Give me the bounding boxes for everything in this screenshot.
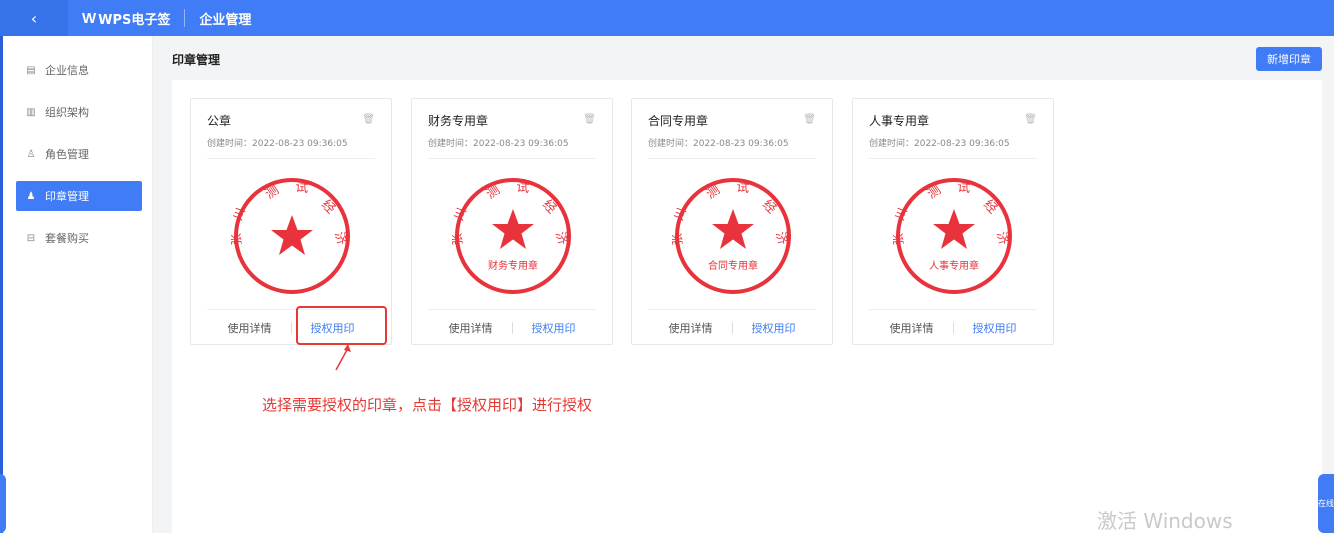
sidebar-item-label: 角色管理	[45, 148, 89, 161]
seal-bottom-text: 人事专用章	[929, 259, 979, 272]
seal-image: 测 试 经 济 川 张 合同专用章	[672, 178, 791, 294]
seal-card-title: 公章	[207, 114, 232, 128]
action-divider	[290, 322, 292, 334]
seal-created-time: 创建时间：2022-08-23 09:36:05	[869, 139, 1010, 149]
seal-card: 人事专用章 🗑 创建时间：2022-08-23 09:36:05 测 试 经 济…	[852, 98, 1054, 345]
action-divider	[511, 322, 513, 334]
svg-text:试: 试	[957, 180, 971, 196]
left-float-tab[interactable]	[0, 474, 6, 533]
header-divider	[184, 9, 186, 27]
cart-icon: ⊟	[26, 232, 36, 244]
seal-icon: ♟	[26, 190, 36, 202]
building-icon: ▤	[26, 64, 36, 76]
sidebar-item-label: 企业信息	[45, 64, 89, 77]
top-bar: ‹ W WPS电子签 企业管理	[0, 0, 1334, 36]
card-actions: 使用详情 授权用印	[412, 319, 612, 337]
app-logo: W WPS电子签	[82, 9, 170, 28]
action-divider	[731, 322, 733, 334]
seal-created-time: 创建时间：2022-08-23 09:36:05	[207, 139, 348, 149]
authorize-seal-link[interactable]: 授权用印	[519, 320, 589, 336]
usage-detail-link[interactable]: 使用详情	[215, 320, 285, 336]
sidebar: ▤ 企业信息 ▥ 组织架构 ♙ 角色管理 ♟ 印章管理 ⊟ 套餐购买	[3, 36, 153, 533]
logo-text: WPS电子签	[98, 12, 171, 28]
seal-image: 测 试 经 济 川 张	[231, 178, 350, 294]
page-title: 印章管理	[172, 53, 221, 67]
annotation-arrow-icon	[335, 344, 351, 371]
seal-card-title: 财务专用章	[428, 114, 489, 128]
user-icon: ♙	[26, 148, 36, 160]
sidebar-item-label: 组织架构	[45, 106, 89, 119]
sidebar-item-roles[interactable]: ♙ 角色管理	[16, 139, 142, 169]
seal-image: 测 试 经 济 川 张 财务专用章	[452, 178, 571, 294]
seal-created-time: 创建时间：2022-08-23 09:36:05	[648, 139, 789, 149]
seal-created-time: 创建时间：2022-08-23 09:36:05	[428, 139, 569, 149]
seal-card: 财务专用章 🗑 创建时间：2022-08-23 09:36:05 测 试 经 济…	[411, 98, 613, 345]
card-divider	[428, 309, 596, 310]
card-divider	[648, 309, 816, 310]
authorize-seal-link[interactable]: 授权用印	[739, 320, 809, 336]
usage-detail-link[interactable]: 使用详情	[877, 320, 947, 336]
svg-text:试: 试	[516, 180, 530, 196]
trash-icon[interactable]: 🗑	[583, 114, 596, 125]
sidebar-item-label: 套餐购买	[45, 232, 89, 245]
annotation-text: 选择需要授权的印章，点击【授权用印】进行授权	[262, 396, 593, 414]
seal-card: 合同专用章 🗑 创建时间：2022-08-23 09:36:05 测 试 经 济…	[631, 98, 833, 345]
app-title: 企业管理	[199, 12, 252, 28]
seal-image: 测 试 经 济 川 张 人事专用章	[893, 178, 1012, 294]
action-divider	[952, 322, 954, 334]
add-seal-button[interactable]: 新增印章	[1256, 47, 1322, 71]
card-actions: 使用详情 授权用印	[632, 319, 832, 337]
trash-icon[interactable]: 🗑	[362, 114, 375, 125]
svg-text:张: 张	[672, 233, 685, 246]
sidebar-item-org[interactable]: ▥ 组织架构	[16, 97, 142, 127]
svg-text:张: 张	[231, 233, 244, 246]
sidebar-item-packages[interactable]: ⊟ 套餐购买	[16, 223, 142, 253]
wps-logo-icon: W	[82, 9, 96, 27]
svg-text:试: 试	[736, 180, 750, 196]
chevron-left-icon: ‹	[30, 8, 38, 28]
card-divider	[869, 158, 1037, 159]
sidebar-item-label: 印章管理	[45, 190, 89, 203]
card-divider	[869, 309, 1037, 310]
seal-bottom-text: 合同专用章	[708, 259, 758, 272]
trash-icon[interactable]: 🗑	[1024, 114, 1037, 125]
activation-watermark: 激活 Windows	[1097, 509, 1233, 533]
seal-card-title: 人事专用章	[869, 114, 930, 128]
svg-text:张: 张	[452, 233, 465, 246]
float-tab-label: 在线	[1318, 499, 1334, 508]
svg-text:试: 试	[295, 180, 309, 196]
seal-card-title: 合同专用章	[648, 114, 709, 128]
back-button[interactable]: ‹	[0, 0, 68, 36]
usage-detail-link[interactable]: 使用详情	[656, 320, 726, 336]
card-actions: 使用详情 授权用印	[853, 319, 1053, 337]
card-divider	[428, 158, 596, 159]
right-float-tab[interactable]: 在线	[1318, 474, 1334, 533]
svg-text:张: 张	[893, 233, 906, 246]
usage-detail-link[interactable]: 使用详情	[436, 320, 506, 336]
sidebar-item-seals[interactable]: ♟ 印章管理	[16, 181, 142, 211]
card-divider	[207, 158, 375, 159]
trash-icon[interactable]: 🗑	[803, 114, 816, 125]
highlight-box	[296, 306, 387, 345]
sidebar-item-company-info[interactable]: ▤ 企业信息	[16, 55, 142, 85]
authorize-seal-link[interactable]: 授权用印	[960, 320, 1030, 336]
org-icon: ▥	[26, 106, 36, 118]
card-divider	[648, 158, 816, 159]
seal-bottom-text: 财务专用章	[488, 259, 538, 272]
